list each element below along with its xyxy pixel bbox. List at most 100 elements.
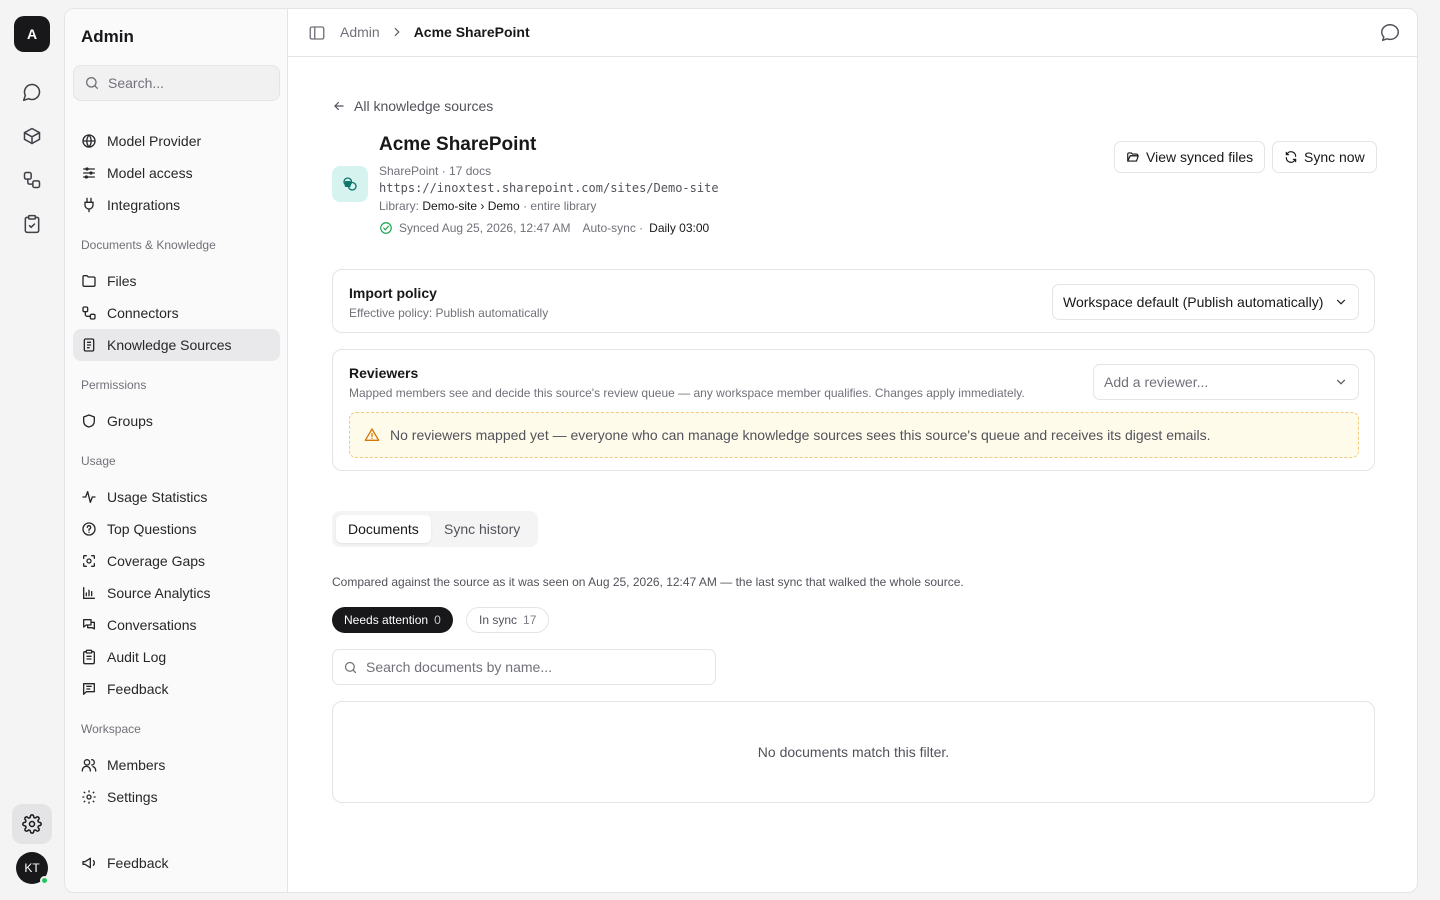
- source-meta: SharePoint · 17 docs: [379, 164, 492, 178]
- auto-sync-label: Auto-sync ·: [582, 221, 644, 235]
- sidebar-item-label: Members: [107, 757, 166, 773]
- main-content: All knowledge sources Acme SharePoint Sh…: [288, 57, 1417, 892]
- chevron-down-icon: [1336, 299, 1346, 305]
- gear-icon: [82, 790, 96, 804]
- filter-count: 17: [523, 613, 537, 627]
- view-synced-files-label: View synced files: [1146, 149, 1254, 165]
- sidebar-item-label: Files: [107, 273, 137, 289]
- check-circle-icon: [380, 222, 392, 234]
- import-policy-subtitle: Effective policy: Publish automatically: [349, 306, 549, 320]
- sidebar-item-top-questions[interactable]: Top Questions: [73, 513, 280, 545]
- sidebar-search-placeholder: Search...: [108, 75, 165, 91]
- sidebar-item-usage-statistics[interactable]: Usage Statistics: [73, 481, 280, 513]
- help-circle-icon: [82, 522, 96, 536]
- sidebar-item-members[interactable]: Members: [73, 749, 280, 781]
- sidebar-item-conversations[interactable]: Conversations: [73, 609, 280, 641]
- sidebar-item-label: Connectors: [107, 305, 179, 321]
- sidebar-item-model-access[interactable]: Model access: [73, 157, 280, 189]
- source-library: Library: Demo-site › Demo · entire libra…: [379, 199, 596, 213]
- warning-text: No reviewers mapped yet — everyone who c…: [390, 427, 1211, 443]
- sidebar-item-knowledge-sources[interactable]: Knowledge Sources: [73, 329, 280, 361]
- app-rail: A KT: [0, 0, 64, 900]
- reviewers-title: Reviewers: [349, 365, 419, 381]
- reviewers-subtitle: Mapped members see and decide this sourc…: [349, 386, 1025, 400]
- chevron-down-icon: [1336, 379, 1346, 385]
- document-search-input[interactable]: Search documents by name...: [332, 649, 716, 685]
- view-synced-files-button[interactable]: View synced files: [1114, 141, 1266, 173]
- arrow-left-icon: [334, 101, 344, 111]
- add-reviewer-select[interactable]: Add a reviewer...: [1093, 364, 1359, 400]
- cube-icon[interactable]: [16, 120, 48, 152]
- sidebar-item-files[interactable]: Files: [73, 265, 280, 297]
- sharepoint-icon: [332, 166, 368, 202]
- sliders-icon: [83, 167, 95, 179]
- breadcrumb: Admin Acme SharePoint: [340, 24, 530, 40]
- breadcrumb-root[interactable]: Admin: [340, 24, 380, 40]
- no-reviewers-warning: No reviewers mapped yet — everyone who c…: [349, 412, 1359, 458]
- chevron-right-icon: [394, 27, 400, 37]
- sidebar-item-source-analytics[interactable]: Source Analytics: [73, 577, 280, 609]
- settings-rail-button[interactable]: [12, 804, 52, 844]
- document-tabs: Documents Sync history: [332, 511, 538, 547]
- sidebar-search-input[interactable]: Search...: [73, 65, 280, 101]
- search-icon: [86, 77, 98, 89]
- online-status-dot: [40, 876, 49, 885]
- admin-sidebar: Admin Search... Model Provider Model acc…: [65, 9, 288, 892]
- sidebar-item-label: Top Questions: [107, 521, 197, 537]
- source-url: https://inoxtest.sharepoint.com/sites/De…: [379, 181, 719, 195]
- sidebar-item-model-provider[interactable]: Model Provider: [73, 125, 280, 157]
- bar-chart-icon: [83, 587, 95, 599]
- sidebar-item-feedback[interactable]: Feedback: [73, 673, 280, 705]
- reviewers-card: Reviewers Mapped members see and decide …: [332, 349, 1375, 471]
- chat-icon[interactable]: [16, 76, 48, 108]
- filter-needs-attention[interactable]: Needs attention 0: [332, 607, 453, 633]
- sidebar-item-label: Model access: [107, 165, 193, 181]
- chat-bubble-icon[interactable]: [1379, 22, 1401, 44]
- folder-open-icon: [1127, 152, 1139, 162]
- sidebar-title: Admin: [81, 27, 134, 46]
- import-policy-select[interactable]: Workspace default (Publish automatically…: [1052, 284, 1359, 320]
- sidebar-item-groups[interactable]: Groups: [73, 405, 280, 437]
- back-link-label: All knowledge sources: [354, 98, 494, 114]
- scan-icon: [83, 555, 95, 567]
- sidebar-item-connectors[interactable]: Connectors: [73, 297, 280, 329]
- megaphone-icon: [82, 857, 95, 869]
- filter-in-sync[interactable]: In sync 17: [466, 607, 550, 633]
- sync-status: Synced Aug 25, 2026, 12:47 AM Auto-sync …: [379, 221, 709, 235]
- sidebar-footer-feedback[interactable]: Feedback: [73, 847, 280, 879]
- messages-icon: [83, 619, 95, 630]
- tab-documents[interactable]: Documents: [336, 515, 431, 543]
- top-header: Admin Acme SharePoint: [288, 9, 1417, 57]
- shield-icon: [83, 414, 95, 428]
- sync-now-button[interactable]: Sync now: [1272, 141, 1377, 173]
- clipboard-check-icon[interactable]: [16, 208, 48, 240]
- workflow-icon[interactable]: [16, 164, 48, 196]
- library-scope: · entire library: [523, 199, 597, 213]
- sidebar-item-label: Audit Log: [107, 649, 167, 665]
- empty-state: No documents match this filter.: [332, 701, 1375, 803]
- sidebar-item-settings[interactable]: Settings: [73, 781, 280, 813]
- tab-sync-history[interactable]: Sync history: [432, 515, 532, 543]
- import-policy-card: Import policy Effective policy: Publish …: [332, 269, 1375, 333]
- sidebar-item-integrations[interactable]: Integrations: [73, 189, 280, 221]
- folder-icon: [82, 275, 96, 287]
- filter-count: 0: [434, 613, 441, 627]
- sidebar-item-audit-log[interactable]: Audit Log: [73, 641, 280, 673]
- gear-icon: [22, 814, 42, 834]
- document-search-placeholder: Search documents by name...: [366, 659, 552, 675]
- sidebar-item-coverage-gaps[interactable]: Coverage Gaps: [73, 545, 280, 577]
- sidebar-item-label: Groups: [107, 413, 153, 429]
- import-policy-value: Workspace default (Publish automatically…: [1063, 294, 1324, 310]
- workspace-logo[interactable]: A: [14, 16, 50, 52]
- empty-message: No documents match this filter.: [757, 744, 950, 760]
- back-link[interactable]: All knowledge sources: [332, 98, 493, 114]
- library-path: Demo-site › Demo: [422, 199, 520, 213]
- sidebar-item-label: Coverage Gaps: [107, 553, 206, 569]
- auto-sync-value: Daily 03:00: [649, 221, 710, 235]
- source-title: Acme SharePoint: [379, 134, 537, 155]
- activity-icon: [82, 491, 96, 503]
- sidebar-toggle-icon[interactable]: [308, 24, 326, 42]
- sidebar-section-workspace: Workspace: [81, 722, 141, 736]
- sidebar-item-label: Integrations: [107, 197, 181, 213]
- refresh-icon: [1285, 151, 1297, 163]
